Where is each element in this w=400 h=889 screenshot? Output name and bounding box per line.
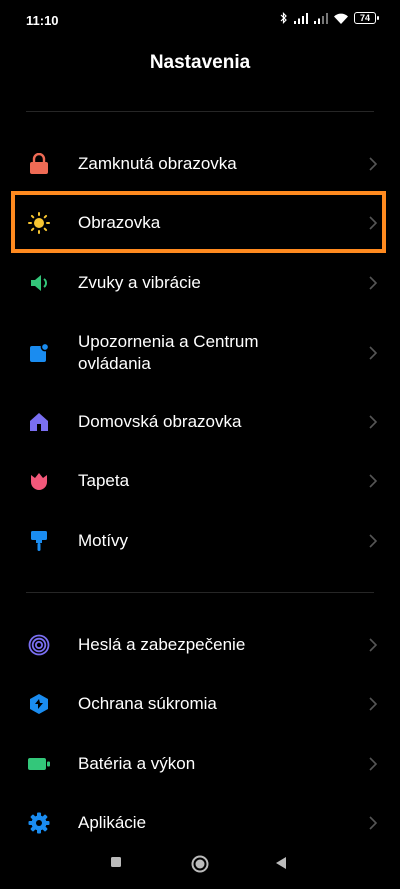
- settings-item-notifications[interactable]: Upozornenia a Centrum ovládania: [0, 330, 400, 376]
- settings-item-sounds[interactable]: Zvuky a vibrácie: [0, 261, 400, 305]
- settings-item-display[interactable]: Obrazovka: [0, 201, 400, 245]
- settings-item-label: Tapeta: [78, 471, 130, 490]
- navigation-bar: [0, 842, 400, 882]
- settings-item-wallpaper[interactable]: Tapeta: [0, 459, 400, 503]
- chevron-right-icon: [369, 474, 378, 488]
- fingerprint-icon: [28, 634, 50, 656]
- chevron-right-icon: [369, 346, 378, 360]
- back-button[interactable]: [274, 856, 288, 870]
- bluetooth-icon: [280, 12, 287, 24]
- signal-icon: [294, 12, 308, 24]
- wifi-icon: [334, 13, 348, 24]
- settings-item-label: Domovská obrazovka: [78, 412, 242, 431]
- brush-icon: [28, 530, 50, 552]
- gear-icon: [28, 812, 50, 834]
- chevron-right-icon: [369, 697, 378, 711]
- privacy-shield-icon: [28, 693, 50, 715]
- group-divider: [26, 592, 374, 593]
- chevron-right-icon: [369, 216, 378, 230]
- recents-button[interactable]: [110, 856, 122, 868]
- settings-item-label: Upozornenia a Centrum ovládania: [78, 332, 259, 373]
- lock-icon: [28, 153, 50, 175]
- home-icon: [28, 411, 50, 433]
- settings-item-label: Heslá a zabezpečenie: [78, 635, 246, 654]
- chevron-right-icon: [369, 534, 378, 548]
- battery-icon: [28, 753, 50, 775]
- chevron-right-icon: [369, 276, 378, 290]
- settings-item-label: Zvuky a vibrácie: [78, 273, 201, 292]
- chevron-right-icon: [369, 757, 378, 771]
- settings-item-label: Ochrana súkromia: [78, 694, 217, 713]
- settings-item-privacy[interactable]: Ochrana súkromia: [0, 682, 400, 726]
- home-button[interactable]: [190, 854, 210, 874]
- notification-icon: [28, 342, 50, 364]
- settings-item-passwords-security[interactable]: Heslá a zabezpečenie: [0, 623, 400, 667]
- settings-item-label: Batéria a výkon: [78, 754, 196, 773]
- settings-item-label: Aplikácie: [78, 813, 147, 832]
- signal-icon-2: [314, 12, 328, 24]
- sun-icon: [28, 212, 50, 234]
- speaker-icon: [28, 272, 50, 294]
- battery-level: 74: [359, 13, 370, 23]
- settings-item-lock-screen[interactable]: Zamknutá obrazovka: [0, 142, 400, 186]
- page-title: Nastavenia: [149, 52, 251, 73]
- settings-item-battery[interactable]: Batéria a výkon: [0, 742, 400, 786]
- settings-item-themes[interactable]: Motívy: [0, 519, 400, 563]
- chevron-right-icon: [369, 816, 378, 830]
- status-bar: 11:10 74: [0, 0, 400, 40]
- settings-item-home-screen[interactable]: Domovská obrazovka: [0, 400, 400, 444]
- chevron-right-icon: [369, 638, 378, 652]
- settings-item-label: Zamknutá obrazovka: [78, 154, 237, 173]
- settings-item-apps[interactable]: Aplikácie: [0, 801, 400, 845]
- battery-indicator: 74: [354, 12, 379, 24]
- status-icons: 74: [280, 12, 379, 24]
- settings-item-label: Obrazovka: [78, 213, 161, 232]
- chevron-right-icon: [369, 157, 378, 171]
- chevron-right-icon: [369, 415, 378, 429]
- tulip-icon: [28, 470, 50, 492]
- status-time: 11:10: [26, 13, 59, 28]
- settings-item-label: Motívy: [78, 531, 129, 550]
- header-divider: [26, 111, 374, 112]
